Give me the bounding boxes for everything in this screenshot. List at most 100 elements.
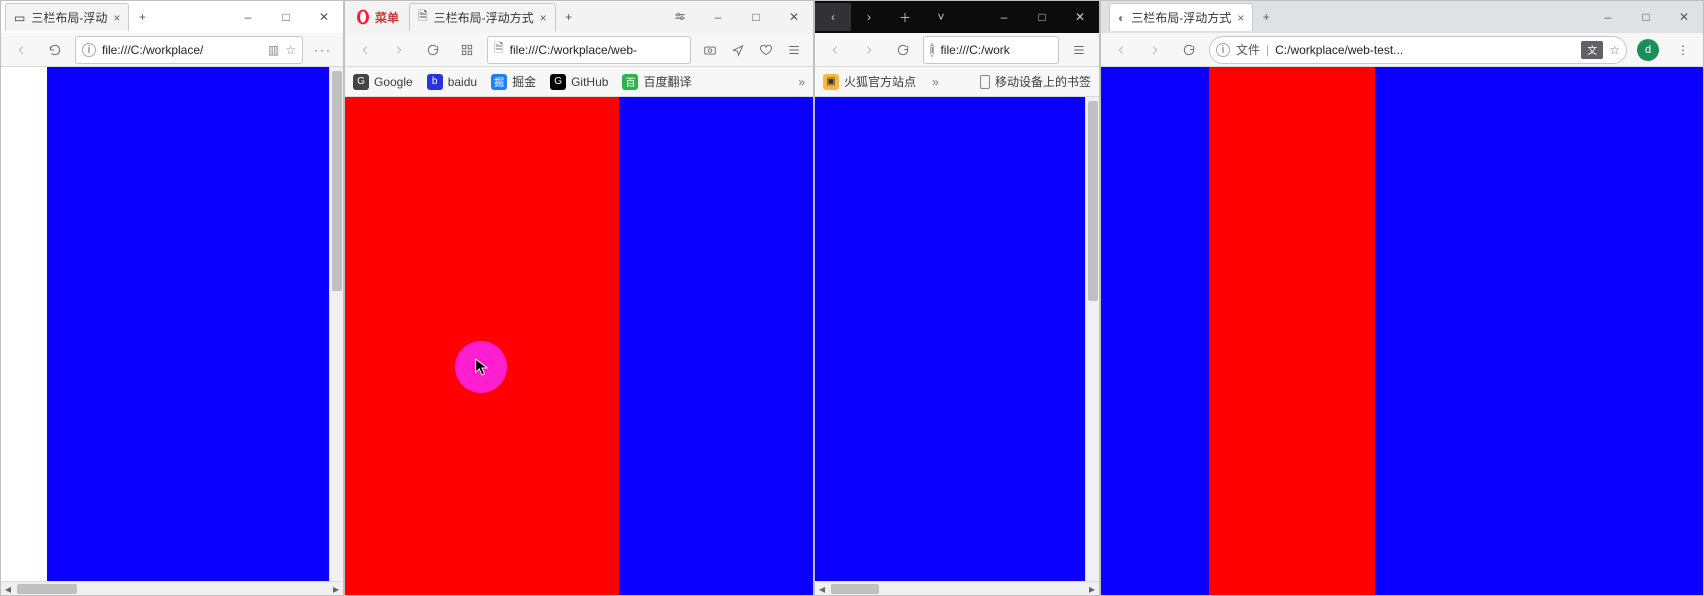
firefox-address-bar[interactable]: i »: [923, 36, 1059, 64]
cursor-highlight: [455, 341, 507, 393]
horizontal-scrollbar[interactable]: ◂ ▸: [815, 581, 1099, 595]
opera-new-tab[interactable]: +: [556, 5, 582, 29]
back-button[interactable]: [351, 36, 379, 64]
edge-url-input[interactable]: [102, 43, 262, 57]
close-window-button[interactable]: ✕: [1665, 3, 1703, 31]
vertical-scrollbar[interactable]: [1085, 97, 1099, 581]
maximize-button[interactable]: □: [1023, 3, 1061, 31]
close-tab-icon[interactable]: ×: [540, 11, 547, 25]
reading-view-icon[interactable]: ▥: [268, 43, 279, 57]
edge-titlebar: ▭ 三栏布局-浮动 × + – □ ✕: [1, 1, 343, 33]
easy-setup-button[interactable]: [661, 3, 699, 31]
chrome-url-input[interactable]: [1275, 43, 1575, 57]
horizontal-scrollbar[interactable]: ◂ ▸: [1, 581, 343, 595]
bookmark-item[interactable]: GGitHub: [550, 73, 608, 90]
bookmarks-overflow-icon[interactable]: »: [798, 75, 805, 89]
opera-menu-button[interactable]: 菜单: [345, 3, 409, 31]
page-icon: 🗎: [494, 39, 504, 60]
opera-url-input[interactable]: [510, 43, 684, 57]
opera-menu-label: 菜单: [375, 9, 399, 26]
opera-tab[interactable]: 🗎 三栏布局-浮动方式 ×: [409, 3, 556, 31]
refresh-button[interactable]: [889, 36, 917, 64]
menu-button[interactable]: [1065, 36, 1093, 64]
vertical-scrollbar[interactable]: [329, 67, 343, 581]
mobile-icon: [980, 75, 990, 89]
history-fwd-tab[interactable]: ›: [851, 3, 887, 31]
favorite-icon[interactable]: ☆: [285, 43, 296, 57]
chrome-tab-title: 三栏布局-浮动方式: [1131, 9, 1231, 26]
opera-viewport: [345, 97, 813, 595]
firefox-bookmarks-bar: ▣ 火狐官方站点 » 移动设备上的书签: [815, 67, 1099, 97]
blue-column: [47, 67, 329, 581]
minimize-button[interactable]: –: [1589, 3, 1627, 31]
edge-toolbar: i ▥ ☆ ···: [1, 33, 343, 67]
maximize-button[interactable]: □: [1627, 3, 1665, 31]
history-back-tab[interactable]: ‹: [815, 3, 851, 31]
close-tab-icon[interactable]: ×: [1237, 11, 1244, 25]
bookmark-favicon: G: [353, 74, 369, 90]
bookmark-label: Google: [374, 75, 413, 89]
favorite-icon[interactable]: ☆: [1609, 43, 1620, 57]
edge-address-bar[interactable]: i ▥ ☆: [75, 36, 303, 64]
bookmark-item[interactable]: 掘掘金: [491, 73, 536, 90]
back-button[interactable]: [7, 36, 35, 64]
chrome-window: ◐ 三栏布局-浮动方式 × + – □ ✕ i 文件 | 文 ☆: [1100, 0, 1704, 596]
speed-dial-button[interactable]: [453, 36, 481, 64]
bookmark-folder[interactable]: ▣ 火狐官方站点: [823, 73, 916, 90]
chrome-address-bar[interactable]: i 文件 | 文 ☆: [1209, 36, 1627, 64]
sidebar-toggle-icon[interactable]: [781, 36, 807, 64]
bookmark-label: 百度翻译: [643, 73, 691, 90]
minimize-button[interactable]: –: [229, 3, 267, 31]
bookmark-item[interactable]: 百百度翻译: [622, 73, 691, 90]
maximize-button[interactable]: □: [737, 3, 775, 31]
menu-button[interactable]: ⋮: [1669, 36, 1697, 64]
close-window-button[interactable]: ✕: [305, 3, 343, 31]
more-button[interactable]: ···: [309, 36, 337, 64]
minimize-button[interactable]: –: [699, 3, 737, 31]
minimize-button[interactable]: –: [985, 3, 1023, 31]
edge-tab[interactable]: ▭ 三栏布局-浮动 ×: [5, 3, 129, 31]
chrome-tab[interactable]: ◐ 三栏布局-浮动方式 ×: [1109, 3, 1253, 31]
translate-icon[interactable]: 文: [1581, 41, 1603, 59]
refresh-button[interactable]: [1175, 36, 1203, 64]
profile-avatar[interactable]: d: [1637, 39, 1659, 61]
bookmarks-overflow-icon[interactable]: »: [932, 75, 939, 89]
refresh-button[interactable]: [419, 36, 447, 64]
edge-window: ▭ 三栏布局-浮动 × + – □ ✕ i ▥ ☆: [0, 0, 344, 596]
bookmark-label: 掘金: [512, 73, 536, 90]
ff-new-tab[interactable]: ＋: [887, 3, 923, 31]
forward-button[interactable]: [855, 36, 883, 64]
close-window-button[interactable]: ✕: [775, 3, 813, 31]
site-info-icon[interactable]: i: [930, 43, 934, 57]
page-icon: ▭: [14, 11, 25, 25]
snapshot-icon[interactable]: [697, 36, 723, 64]
refresh-button[interactable]: [41, 36, 69, 64]
bookmark-item[interactable]: bbaidu: [427, 73, 477, 90]
close-window-button[interactable]: ✕: [1061, 3, 1099, 31]
maximize-button[interactable]: □: [267, 3, 305, 31]
heart-icon[interactable]: [753, 36, 779, 64]
send-icon[interactable]: [725, 36, 751, 64]
opera-address-bar[interactable]: 🗎: [487, 36, 691, 64]
forward-button[interactable]: [1141, 36, 1169, 64]
opera-window: 菜单 🗎 三栏布局-浮动方式 × + – □ ✕ 🗎: [344, 0, 814, 596]
red-column: [1209, 67, 1375, 595]
site-info-icon[interactable]: i: [1216, 43, 1230, 57]
chrome-new-tab[interactable]: +: [1253, 5, 1279, 29]
back-button[interactable]: [821, 36, 849, 64]
site-info-icon[interactable]: i: [82, 43, 96, 57]
bookmark-mobile[interactable]: 移动设备上的书签: [980, 73, 1091, 90]
firefox-toolbar: i »: [815, 33, 1099, 67]
tabs-dropdown-icon[interactable]: ˅: [923, 3, 959, 31]
firefox-url-input[interactable]: [940, 43, 1059, 57]
edge-new-tab[interactable]: +: [129, 5, 155, 29]
forward-button[interactable]: [385, 36, 413, 64]
chrome-toolbar: i 文件 | 文 ☆ d ⋮: [1101, 33, 1703, 67]
chrome-titlebar: ◐ 三栏布局-浮动方式 × + – □ ✕: [1101, 1, 1703, 33]
back-button[interactable]: [1107, 36, 1135, 64]
opera-toolbar: 🗎: [345, 33, 813, 67]
bookmark-favicon: G: [550, 74, 566, 90]
close-tab-icon[interactable]: ×: [113, 11, 120, 25]
blue-column: [815, 97, 1085, 581]
bookmark-item[interactable]: G Google: [353, 73, 413, 90]
